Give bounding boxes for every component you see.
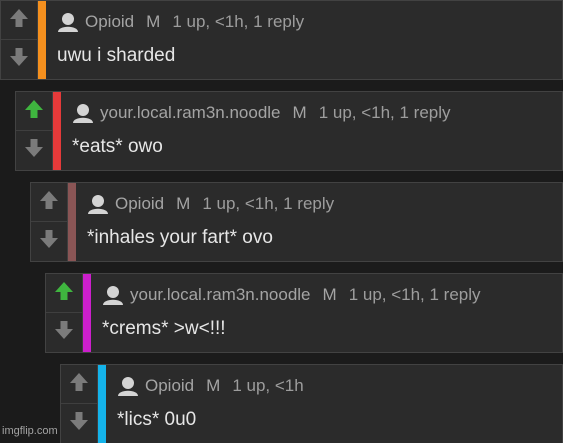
user-avatar-icon[interactable]: [117, 375, 139, 397]
arrow-down-icon: [8, 46, 30, 73]
comment-body: *lics* 0u0: [117, 409, 197, 430]
imgflip-watermark: imgflip.com: [2, 425, 58, 437]
vote-controls: [1, 1, 38, 79]
username-link[interactable]: Opioid: [115, 194, 164, 214]
username-link[interactable]: your.local.ram3n.noodle: [100, 103, 281, 123]
thread-depth-bar: [38, 1, 46, 79]
upvote-button[interactable]: [16, 92, 52, 131]
username-link[interactable]: your.local.ram3n.noodle: [130, 285, 311, 305]
comment-body: *eats* owo: [72, 136, 163, 157]
vote-controls: [61, 365, 98, 443]
vote-controls: [16, 92, 53, 170]
comment-header: your.local.ram3n.noodle M 1 up, <1h, 1 rep…: [102, 284, 481, 306]
comment-meta: 1 up, <1h: [232, 376, 304, 395]
comment-meta: 1 up, <1h, 1 reply: [318, 103, 451, 122]
upvote-button[interactable]: [46, 274, 82, 313]
downvote-button[interactable]: [16, 131, 52, 170]
thread-depth-bar: [68, 183, 76, 261]
downvote-button[interactable]: [46, 313, 82, 352]
mod-badge: M: [322, 285, 337, 304]
user-avatar-icon[interactable]: [87, 193, 109, 215]
mod-badge: M: [146, 12, 161, 31]
arrow-down-icon: [53, 319, 75, 346]
arrow-down-icon: [23, 137, 45, 164]
comment-meta: 1 up, <1h, 1 reply: [202, 194, 335, 213]
arrow-up-icon: [23, 98, 45, 125]
upvote-button[interactable]: [31, 183, 67, 222]
thread-depth-bar: [53, 92, 61, 170]
comment: your.local.ram3n.noodle M 1 up, <1h, 1 rep…: [45, 273, 563, 353]
comment-header: Opioid M 1 up, <1h, 1 reply: [87, 193, 334, 215]
comment: Opioid M 1 up, <1h, 1 reply uwu i sharded: [0, 0, 563, 80]
comment-header: your.local.ram3n.noodle M 1 up, <1h, 1 rep…: [72, 102, 451, 124]
user-avatar-icon[interactable]: [102, 284, 124, 306]
comment-body: uwu i sharded: [57, 45, 176, 66]
upvote-button[interactable]: [1, 1, 37, 40]
thread-depth-bar: [98, 365, 106, 443]
comment-meta: 1 up, <1h, 1 reply: [348, 285, 481, 304]
comment-header: Opioid M 1 up, <1h, 1 reply: [57, 11, 304, 33]
arrow-up-icon: [38, 189, 60, 216]
mod-badge: M: [176, 194, 191, 213]
comment-body: *crems* >w<!!!: [102, 318, 226, 339]
arrow-down-icon: [38, 228, 60, 255]
mod-badge: M: [292, 103, 307, 122]
comment-thread: Opioid M 1 up, <1h, 1 reply uwu i sharded yo…: [0, 0, 563, 443]
mod-badge: M: [206, 376, 221, 395]
comment: Opioid M 1 up, <1h *lics* 0u0: [60, 364, 563, 443]
arrow-up-icon: [68, 371, 90, 398]
thread-depth-bar: [83, 274, 91, 352]
downvote-button[interactable]: [31, 222, 67, 261]
user-avatar-icon[interactable]: [57, 11, 79, 33]
vote-controls: [46, 274, 83, 352]
username-link[interactable]: Opioid: [145, 376, 194, 396]
user-avatar-icon[interactable]: [72, 102, 94, 124]
upvote-button[interactable]: [61, 365, 97, 404]
comment: Opioid M 1 up, <1h, 1 reply *inhales your f…: [30, 182, 563, 262]
comment-header: Opioid M 1 up, <1h: [117, 375, 304, 397]
comment-body: *inhales your fart* ovo: [87, 227, 273, 248]
arrow-up-icon: [53, 280, 75, 307]
vote-controls: [31, 183, 68, 261]
username-link[interactable]: Opioid: [85, 12, 134, 32]
downvote-button[interactable]: [61, 404, 97, 443]
arrow-down-icon: [68, 410, 90, 437]
comment: your.local.ram3n.noodle M 1 up, <1h, 1 rep…: [15, 91, 563, 171]
arrow-up-icon: [8, 7, 30, 34]
downvote-button[interactable]: [1, 40, 37, 79]
comment-meta: 1 up, <1h, 1 reply: [172, 12, 305, 31]
